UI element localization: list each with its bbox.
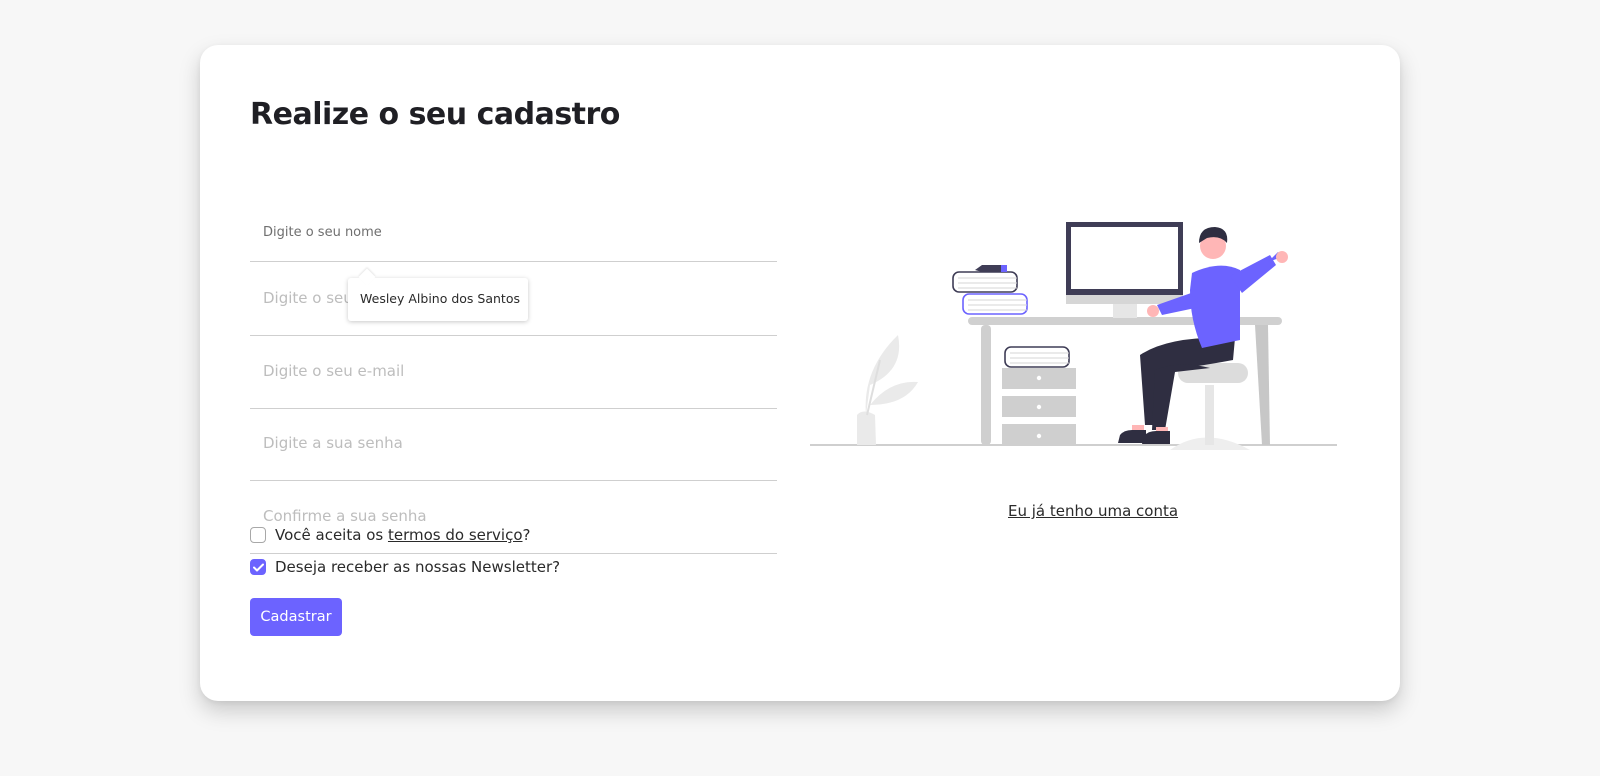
terms-checkbox[interactable] bbox=[250, 527, 266, 543]
newsletter-label: Deseja receber as nossas Newsletter? bbox=[275, 558, 561, 576]
name-field-wrapper bbox=[250, 188, 777, 262]
password-input[interactable] bbox=[250, 406, 777, 480]
signup-card: Realize o seu cadastro Wesley Albino dos… bbox=[200, 45, 1400, 701]
plant-icon bbox=[857, 335, 918, 445]
terms-prefix-text: Você aceita os bbox=[275, 526, 388, 544]
checkmark-icon bbox=[252, 563, 264, 571]
autocomplete-suggestion[interactable]: Wesley Albino dos Santos bbox=[348, 278, 528, 321]
email-field-wrapper bbox=[250, 334, 777, 409]
terms-row: Você aceita os termos do serviço ? bbox=[250, 526, 530, 544]
password-field-wrapper bbox=[250, 406, 777, 481]
autocomplete-suggestion-text: Wesley Albino dos Santos bbox=[360, 291, 520, 306]
newsletter-checkbox[interactable] bbox=[250, 559, 266, 575]
name-input[interactable] bbox=[250, 203, 777, 261]
email-input[interactable] bbox=[250, 334, 777, 408]
terms-suffix-text: ? bbox=[522, 526, 531, 544]
newsletter-row: Deseja receber as nossas Newsletter? bbox=[250, 558, 560, 576]
terms-link[interactable]: termos do serviço bbox=[388, 526, 523, 544]
login-link[interactable]: Eu já tenho uma conta bbox=[1008, 502, 1178, 520]
page-title: Realize o seu cadastro bbox=[250, 97, 620, 132]
submit-button[interactable]: Cadastrar bbox=[250, 598, 342, 636]
person-at-desk-illustration bbox=[810, 222, 1337, 450]
